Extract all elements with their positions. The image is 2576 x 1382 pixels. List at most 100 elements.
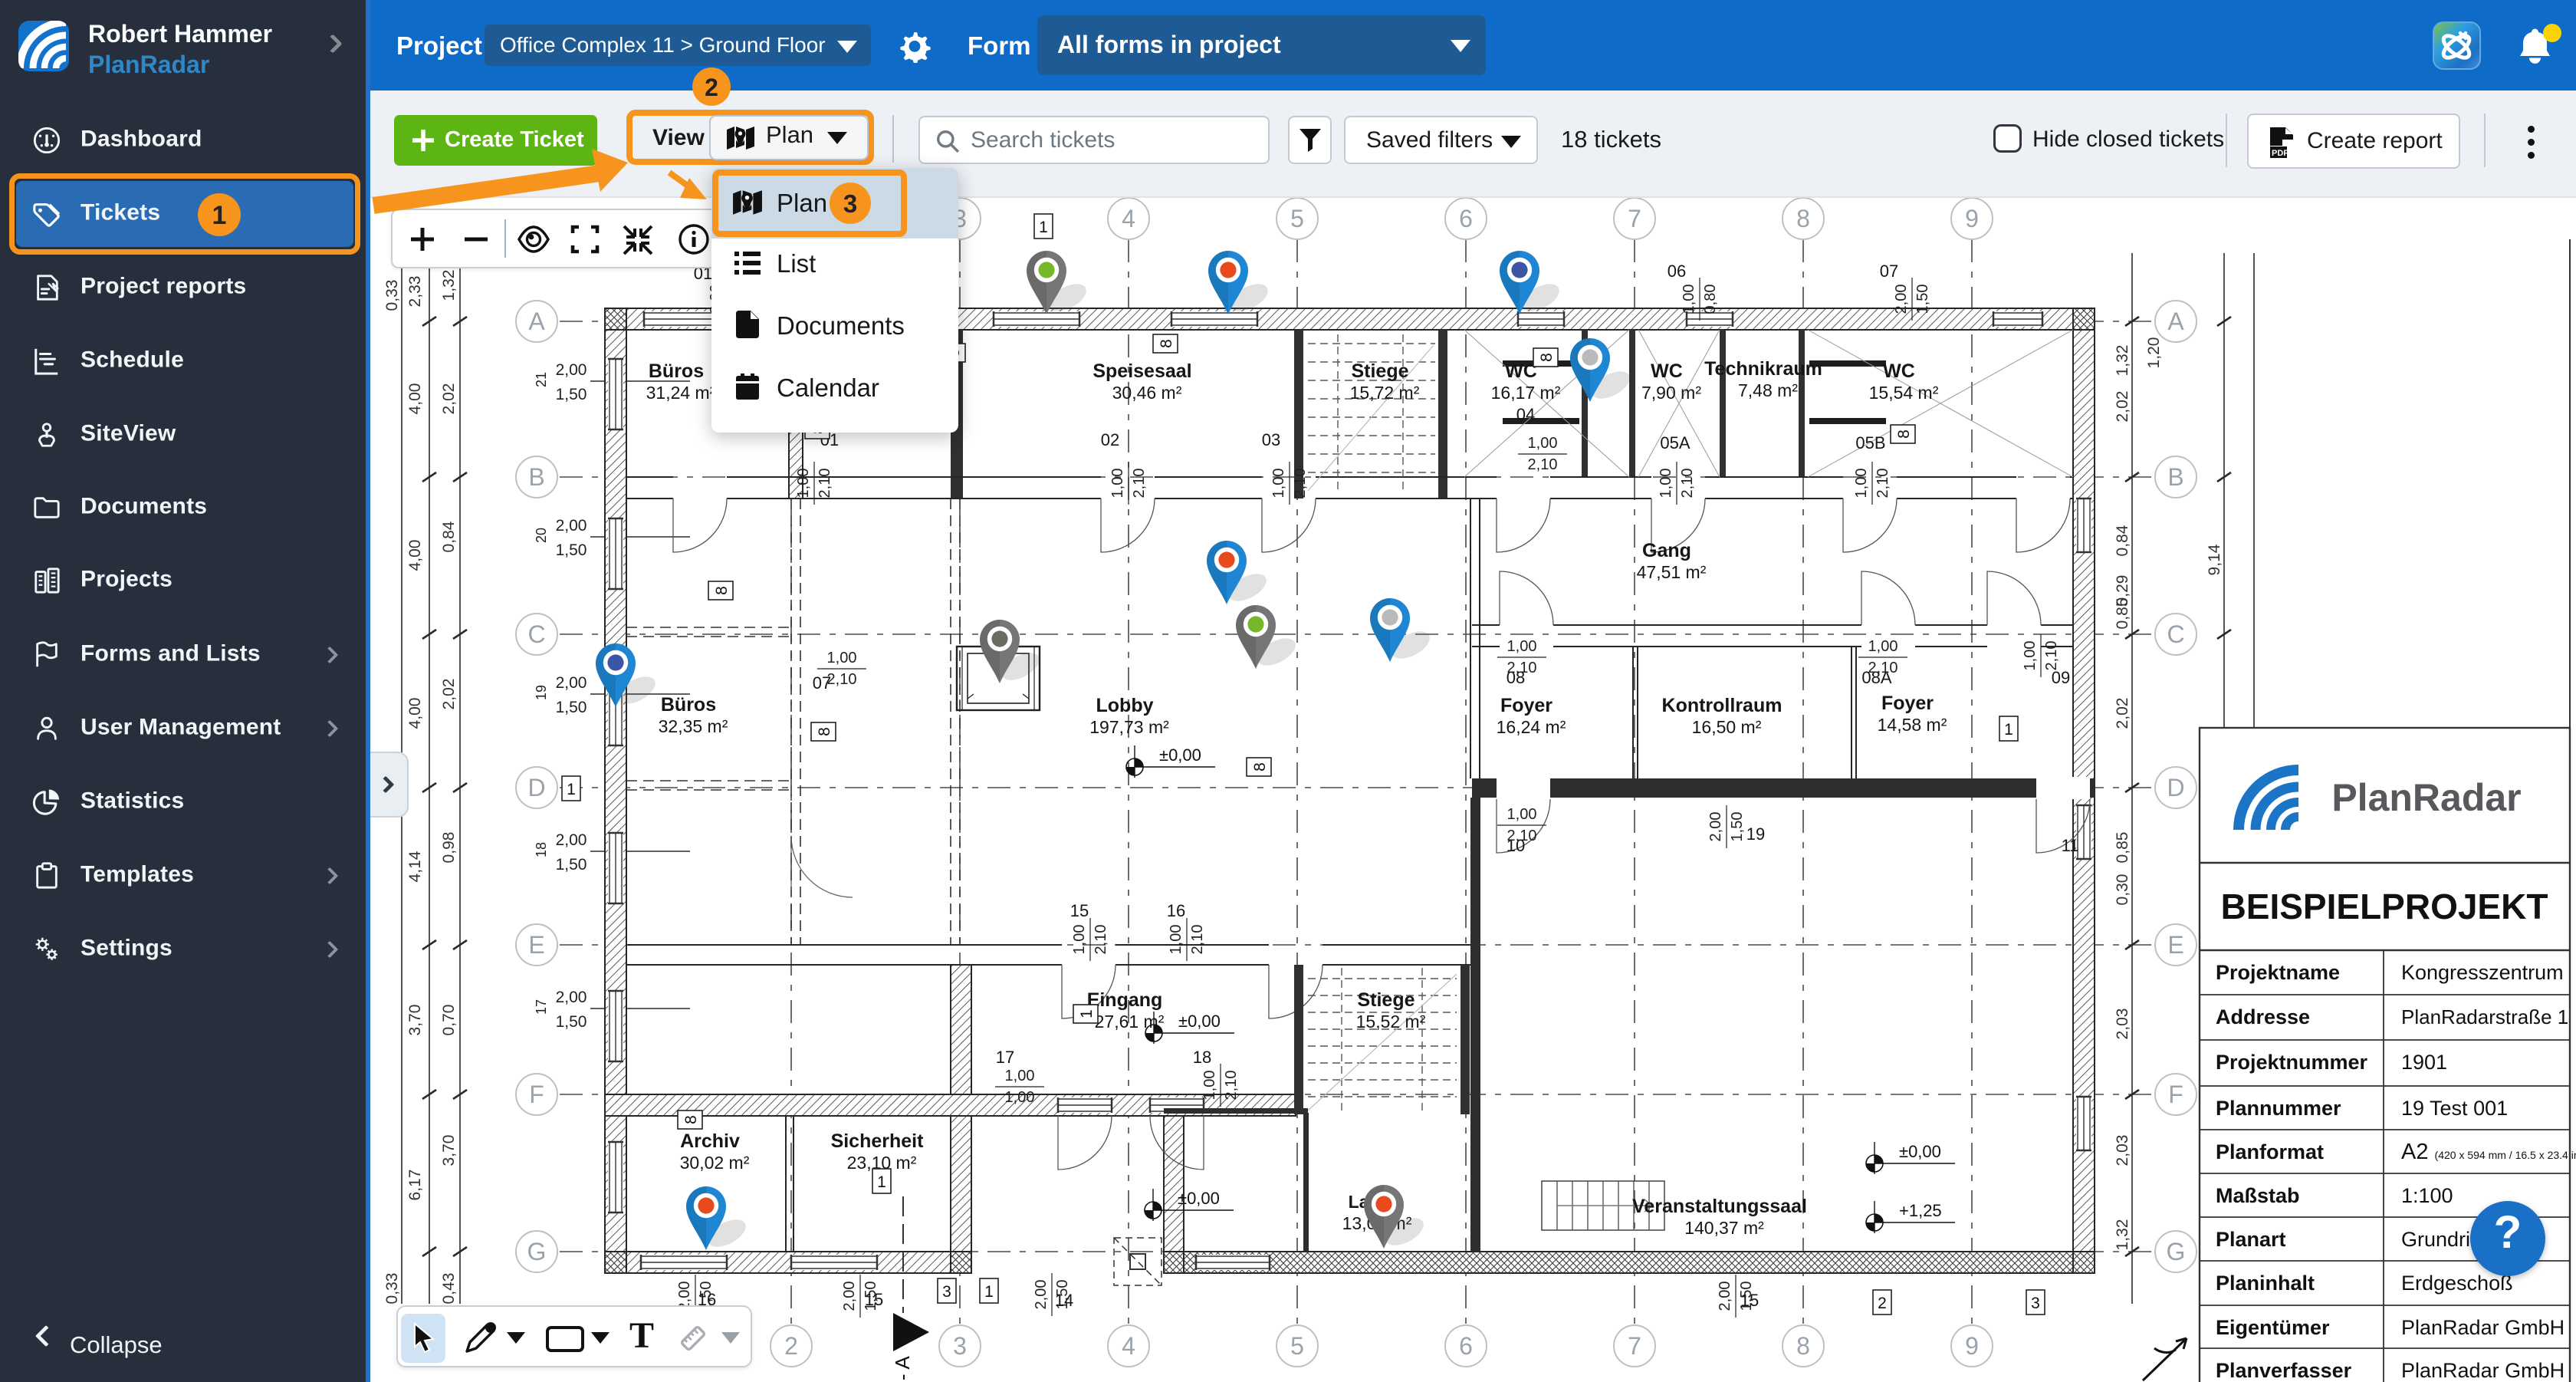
svg-text:0,85: 0,85 (2114, 832, 2131, 864)
svg-text:Büros: Büros (649, 360, 704, 382)
svg-text:2,00: 2,00 (556, 831, 587, 849)
svg-text:15: 15 (1070, 901, 1089, 920)
svg-text:1,00: 1,00 (1071, 925, 1088, 955)
svg-text:B: B (2167, 463, 2183, 491)
svg-text:PDF: PDF (2272, 149, 2288, 158)
svg-text:1,00: 1,00 (1853, 469, 1870, 499)
svg-text:7,90 m²: 7,90 m² (1641, 383, 1701, 403)
svg-text:2,00: 2,00 (1707, 812, 1724, 842)
svg-text:PlanRadar GmbH: PlanRadar GmbH (2401, 1316, 2564, 1339)
svg-text:19: 19 (1746, 824, 1765, 844)
svg-text:9,14: 9,14 (2206, 544, 2223, 575)
svg-text:1: 1 (984, 1283, 994, 1301)
svg-text:0,80: 0,80 (1702, 285, 1719, 314)
svg-text:Speisesaal: Speisesaal (1092, 360, 1191, 382)
svg-text:1,00: 1,00 (1868, 638, 1898, 655)
svg-text:1: 1 (1078, 1009, 1096, 1018)
svg-text:7: 7 (1628, 205, 1641, 232)
svg-text:+1,25: +1,25 (1899, 1201, 1942, 1220)
svg-text:1,00: 1,00 (2022, 641, 2039, 671)
svg-text:2,10: 2,10 (1507, 828, 1537, 844)
svg-text:03: 03 (1262, 430, 1280, 449)
svg-text:140,37 m²: 140,37 m² (1684, 1218, 1764, 1238)
svg-text:197,73 m²: 197,73 m² (1089, 717, 1169, 737)
svg-text:2,00: 2,00 (556, 517, 587, 535)
svg-text:2,10: 2,10 (1507, 660, 1537, 676)
svg-text:Gang: Gang (1642, 540, 1691, 561)
svg-text:2,10: 2,10 (827, 671, 857, 688)
svg-text:PlanRadar: PlanRadar (2331, 776, 2521, 819)
svg-text:E: E (2167, 931, 2183, 959)
svg-text:1901: 1901 (2401, 1051, 2447, 1074)
svg-text:16,50 m²: 16,50 m² (1692, 717, 1762, 737)
svg-text:16: 16 (1167, 901, 1185, 920)
svg-text:1,00: 1,00 (1507, 806, 1537, 823)
svg-text:8: 8 (1251, 762, 1269, 772)
svg-text:BEISPIELPROJEKT: BEISPIELPROJEKT (2221, 887, 2548, 926)
svg-text:16,24 m²: 16,24 m² (1497, 717, 1566, 737)
svg-text:2,03: 2,03 (2114, 1135, 2131, 1166)
svg-text:8: 8 (713, 586, 731, 595)
svg-text:A: A (528, 308, 545, 335)
svg-text:14,58 m²: 14,58 m² (1878, 715, 1947, 735)
svg-text:Planverfasser: Planverfasser (2216, 1359, 2352, 1382)
svg-text:±0,00: ±0,00 (1899, 1142, 1941, 1161)
svg-text:17: 17 (996, 1048, 1014, 1067)
svg-text:0,84: 0,84 (440, 521, 458, 552)
svg-text:31,24 m²: 31,24 m² (646, 383, 716, 403)
svg-text:2,10: 2,10 (816, 469, 833, 499)
svg-text:30,02 m²: 30,02 m² (680, 1153, 750, 1173)
svg-text:Veranstaltungssaal: Veranstaltungssaal (1632, 1196, 1807, 1217)
svg-text:05A: 05A (1660, 433, 1690, 452)
svg-text:1,00: 1,00 (1681, 285, 1697, 314)
svg-text:8: 8 (1895, 429, 1913, 439)
svg-text:17: 17 (534, 999, 549, 1015)
svg-text:2: 2 (1878, 1295, 1887, 1312)
svg-text:6: 6 (1459, 205, 1473, 232)
svg-text:Technikraum: Technikraum (1704, 358, 1822, 380)
svg-text:1: 1 (2004, 721, 2013, 739)
svg-text:32,35 m²: 32,35 m² (659, 716, 728, 736)
svg-text:15,72 m²: 15,72 m² (1350, 383, 1420, 403)
svg-text:4,14: 4,14 (406, 851, 424, 882)
svg-text:Stiege: Stiege (1357, 989, 1414, 1011)
svg-text:Archiv: Archiv (680, 1130, 740, 1152)
svg-text:7,48 m²: 7,48 m² (1738, 380, 1798, 400)
svg-text:2,10: 2,10 (2043, 641, 2060, 671)
svg-text:0,98: 0,98 (440, 832, 458, 864)
svg-text:1:100: 1:100 (2401, 1184, 2453, 1207)
svg-text:Kongresszentrum: Kongresszentrum (2401, 961, 2564, 984)
svg-text:2,10: 2,10 (1528, 456, 1558, 473)
svg-text:Projektname: Projektname (2216, 961, 2340, 984)
svg-text:2,00: 2,00 (841, 1282, 858, 1311)
svg-text:2,10: 2,10 (1131, 469, 1148, 499)
svg-text:1: 1 (1039, 219, 1048, 236)
svg-text:02: 02 (1101, 430, 1119, 449)
svg-text:0,30: 0,30 (2114, 874, 2131, 906)
svg-text:1,50: 1,50 (556, 1013, 587, 1031)
svg-text:- A: - A (891, 1356, 914, 1380)
svg-text:15,54 m²: 15,54 m² (1869, 383, 1939, 403)
svg-text:8: 8 (1158, 339, 1175, 348)
svg-text:Erdgeschoß: Erdgeschoß (2401, 1272, 2513, 1295)
svg-text:G: G (2167, 1238, 2186, 1265)
svg-text:Stiege: Stiege (1351, 360, 1408, 382)
svg-text:E: E (528, 931, 544, 959)
svg-text:Lobby: Lobby (1096, 695, 1154, 716)
svg-text:19: 19 (534, 685, 549, 700)
svg-text:1,00: 1,00 (1270, 469, 1287, 499)
svg-text:47,51 m²: 47,51 m² (1637, 562, 1707, 582)
svg-text:0,43: 0,43 (440, 1273, 458, 1305)
svg-text:8: 8 (682, 1115, 700, 1124)
svg-text:F: F (2168, 1081, 2183, 1108)
svg-text:2,10: 2,10 (1875, 469, 1891, 499)
svg-text:2,10: 2,10 (1223, 1071, 1240, 1101)
svg-text:±0,00: ±0,00 (1178, 1189, 1220, 1208)
svg-text:Foyer: Foyer (1500, 695, 1552, 716)
svg-text:4,00: 4,00 (406, 383, 424, 415)
svg-text:15: 15 (1740, 1291, 1759, 1310)
svg-text:6,17: 6,17 (406, 1170, 424, 1201)
svg-text:1,00: 1,00 (1109, 469, 1126, 499)
svg-text:2,03: 2,03 (2114, 1009, 2131, 1040)
svg-text:4,00: 4,00 (406, 698, 424, 729)
